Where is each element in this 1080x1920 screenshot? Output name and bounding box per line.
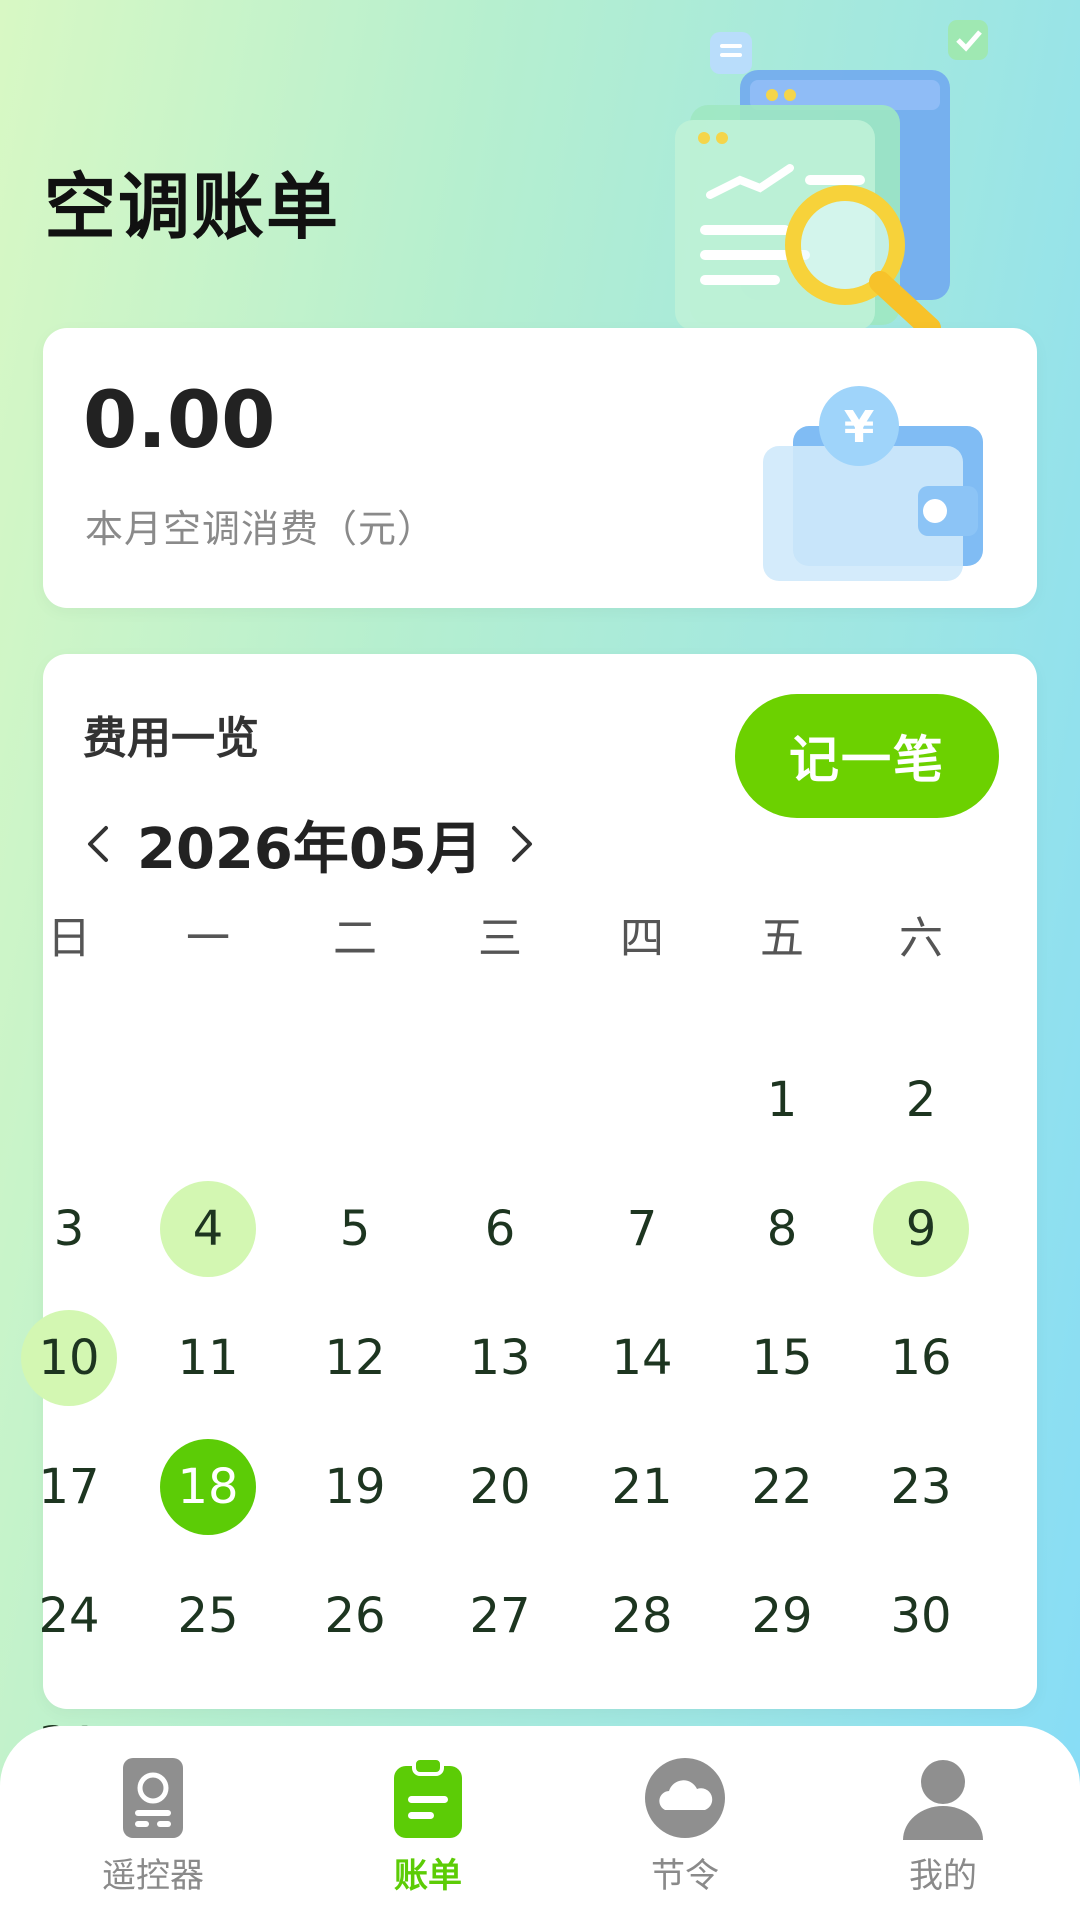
page-title: 空调账单 (44, 165, 341, 249)
calendar-day[interactable]: 5 (307, 1181, 403, 1277)
calendar-card: 费用一览 记一笔 2026年05月 日一二三四五六 1 2 3 4 5 6 7 8 9 10 11 1… (21, 654, 1037, 1773)
calendar-day[interactable]: 11 (160, 1310, 256, 1406)
monthly-amount: 0.00 (83, 376, 276, 466)
weekday-label: 二 (333, 913, 377, 964)
month-label: 2026年05月 (137, 816, 483, 882)
tab-profile[interactable]: 我的 (843, 1746, 1043, 1906)
weekday-header: 日一二三四五六 (43, 904, 1037, 974)
calendar-day[interactable]: 20 (452, 1439, 548, 1535)
section-title: 费用一览 (83, 713, 259, 764)
weather-icon (645, 1758, 725, 1838)
calendar-day[interactable]: 28 (594, 1568, 690, 1664)
weekday-label: 五 (760, 913, 804, 964)
monthly-amount-label: 本月空调消费（元） (85, 507, 437, 551)
calendar-day[interactable]: 21 (594, 1439, 690, 1535)
calendar-day[interactable]: 23 (873, 1439, 969, 1535)
chevron-right-icon (511, 826, 532, 862)
calendar-day[interactable]: 7 (594, 1181, 690, 1277)
bill-icon (394, 1756, 462, 1838)
profile-icon (903, 1760, 983, 1840)
weekday-label: 四 (620, 913, 664, 964)
calendar-day[interactable]: 13 (452, 1310, 548, 1406)
calendar-day[interactable]: 27 (452, 1568, 548, 1664)
calendar-day[interactable]: 29 (734, 1568, 830, 1664)
wallet-icon: ¥ (763, 386, 983, 581)
calendar-day[interactable]: 10 (21, 1310, 117, 1406)
calendar-day[interactable]: 15 (734, 1310, 830, 1406)
prev-month-button[interactable] (73, 809, 123, 879)
calendar-day[interactable]: 3 (21, 1181, 117, 1277)
calendar-day[interactable]: 18 (160, 1439, 256, 1535)
calendar-day[interactable]: 26 (307, 1568, 403, 1664)
chevron-left-icon (88, 826, 108, 862)
calendar-day[interactable]: 2 (873, 1052, 969, 1148)
calendar-day[interactable]: 9 (873, 1181, 969, 1277)
tab-remote[interactable]: 遥控器 (53, 1746, 253, 1906)
bill-illustration-icon (675, 20, 988, 330)
calendar-day[interactable]: 14 (594, 1310, 690, 1406)
calendar-day[interactable]: 8 (734, 1181, 830, 1277)
month-navigator: 2026年05月 (73, 804, 547, 884)
weekday-label: 日 (47, 913, 91, 964)
weekday-label: 一 (186, 913, 230, 964)
calendar-day[interactable]: 12 (307, 1310, 403, 1406)
tab-season[interactable]: 节令 (585, 1746, 785, 1906)
monthly-summary-card: 0.00 本月空调消费（元） ¥ (43, 328, 1037, 608)
calendar-day[interactable]: 30 (873, 1568, 969, 1664)
bottom-tab-bar: 遥控器 账单 节令 我的 (0, 1726, 1080, 1920)
svg-text:¥: ¥ (844, 402, 875, 453)
calendar-day[interactable]: 6 (452, 1181, 548, 1277)
calendar-day[interactable]: 19 (307, 1439, 403, 1535)
tab-label: 账单 (394, 1856, 462, 1896)
calendar-day[interactable]: 25 (160, 1568, 256, 1664)
weekday-label: 三 (478, 913, 522, 964)
calendar-day[interactable]: 16 (873, 1310, 969, 1406)
remote-icon (123, 1758, 183, 1838)
tab-label: 节令 (651, 1856, 719, 1896)
calendar-day[interactable]: 1 (734, 1052, 830, 1148)
tab-label: 遥控器 (102, 1856, 204, 1896)
add-record-button[interactable]: 记一笔 (735, 694, 999, 818)
calendar-day[interactable]: 22 (734, 1439, 830, 1535)
tab-label: 我的 (909, 1856, 977, 1896)
weekday-label: 六 (899, 913, 943, 964)
tab-bill[interactable]: 账单 (328, 1746, 528, 1906)
calendar-day[interactable]: 17 (21, 1439, 117, 1535)
calendar-day[interactable]: 4 (160, 1181, 256, 1277)
calendar-day[interactable]: 24 (21, 1568, 117, 1664)
next-month-button[interactable] (497, 809, 547, 879)
